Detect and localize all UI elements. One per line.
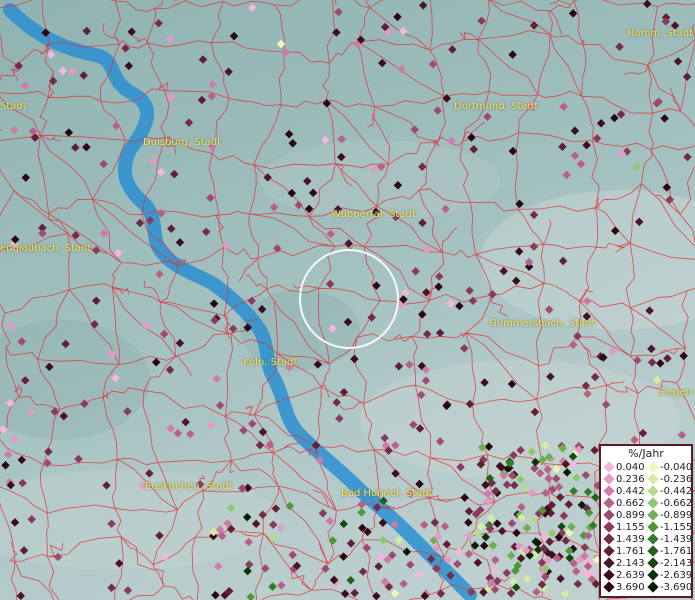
legend-entry-negative: -2.639 [645,569,692,581]
legend-swatch [647,509,659,521]
legend-entry-negative: -0.040 [645,461,692,473]
legend-entry-negative: -2.143 [645,557,692,569]
highlight-circle [299,249,399,349]
legend-swatch [647,545,659,557]
legend-negative-column: -0.040 -0.236 -0.442 -0.662 -0.899 -1.155 -1.4… [645,461,692,593]
legend-entry-negative: -0.899 [645,509,692,521]
city-label-stadt: Stadt [0,101,27,112]
legend-swatch [603,497,615,509]
legend: %/Jahr 0.040 0.236 0.442 0.662 0.899 1.155 1.4… [599,444,693,598]
legend-swatch [647,473,659,485]
legend-entry-positive: 1.439 [601,533,645,545]
legend-value: -0.899 [660,509,693,521]
legend-entry-positive: 0.040 [601,461,645,473]
map-canvas[interactable]: Hamm, Stadt Stadt Dortmund, Stadt Duisbu… [0,0,695,600]
legend-entry-positive: 0.899 [601,509,645,521]
legend-swatch [603,569,615,581]
legend-swatch [647,581,659,593]
legend-entry-positive: 0.662 [601,497,645,509]
legend-entry-negative: -0.236 [645,473,692,485]
legend-entry-negative: -1.761 [645,545,692,557]
legend-entry-positive: 3.690 [601,581,645,593]
legend-entry-negative: -3.690 [645,581,692,593]
legend-swatch [647,533,659,545]
legend-swatch [603,509,615,521]
legend-swatch [647,497,659,509]
legend-swatch [647,569,659,581]
legend-title: %/Jahr [628,447,664,460]
legend-swatch [603,461,615,473]
city-label-bad-honnef: Bad Honnef, Stadt [341,488,433,499]
legend-value: -1.439 [660,533,693,545]
legend-swatch [603,473,615,485]
legend-value: -0.662 [660,497,693,509]
legend-entry-positive: 0.442 [601,485,645,497]
city-label-duisburg: Duisburg, Stadt [143,137,222,148]
legend-positive-column: 0.040 0.236 0.442 0.662 0.899 1.155 1.439 1.761… [601,461,645,593]
legend-value: 0.442 [616,485,645,497]
city-label-siegen: Siegen [658,387,693,398]
legend-entry-positive: 2.639 [601,569,645,581]
city-label-dortmund: Dortmund, Stadt [454,101,538,112]
legend-swatch [647,521,659,533]
legend-value: -0.442 [660,485,693,497]
legend-value: 2.143 [616,557,645,569]
legend-swatch [603,581,615,593]
city-label-wuppertal: Wuppertal, Stadt [331,209,416,220]
legend-entry-positive: 1.155 [601,521,645,533]
city-label-moenchengladbach: engladbach, Stadt [0,243,92,254]
legend-swatch [603,485,615,497]
legend-swatch [603,545,615,557]
legend-value: 0.236 [616,473,645,485]
legend-swatch [603,533,615,545]
legend-value: 0.899 [616,509,645,521]
legend-value: 0.662 [616,497,645,509]
city-label-koeln: Köln, Stadt [243,357,298,368]
legend-swatch [603,521,615,533]
legend-entry-negative: -0.442 [645,485,692,497]
city-label-gummersbach: Gummersbach, Stadt [489,318,596,329]
legend-value: -1.155 [660,521,693,533]
legend-value: 0.040 [616,461,645,473]
legend-entry-positive: 1.761 [601,545,645,557]
legend-entry-negative: -1.155 [645,521,692,533]
legend-entry-positive: 0.236 [601,473,645,485]
legend-value: -3.690 [660,581,693,593]
legend-swatch [603,557,615,569]
legend-value: 3.690 [616,581,645,593]
legend-value: -1.761 [660,545,693,557]
legend-value: 1.761 [616,545,645,557]
legend-value: -2.639 [660,569,693,581]
legend-entry-positive: 2.143 [601,557,645,569]
legend-value: 1.155 [616,521,645,533]
legend-swatch [647,485,659,497]
legend-entry-negative: -1.439 [645,533,692,545]
legend-value: -0.040 [660,461,693,473]
city-label-euskirchen: Euskirchen, Stadt [145,481,233,492]
legend-value: 2.639 [616,569,645,581]
legend-value: -0.236 [660,473,693,485]
legend-swatch [647,461,659,473]
legend-value: 1.439 [616,533,645,545]
legend-entry-negative: -0.662 [645,497,692,509]
city-label-hamm: Hamm, Stadt [627,28,694,39]
legend-value: -2.143 [660,557,693,569]
legend-swatch [647,557,659,569]
